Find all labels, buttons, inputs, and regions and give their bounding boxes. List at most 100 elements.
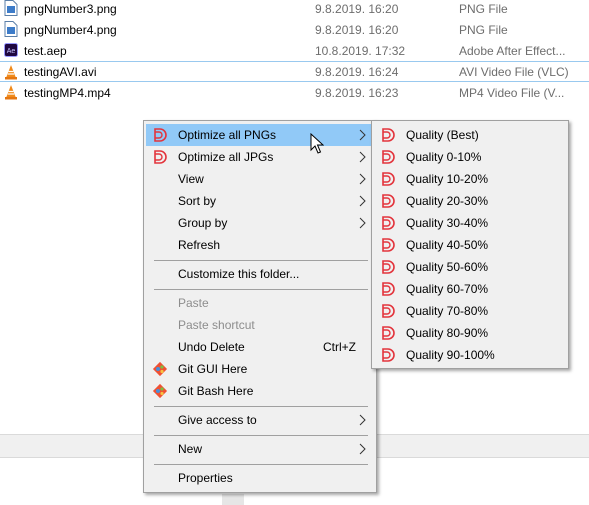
menu-item-label: Optimize all JPGs <box>178 150 274 164</box>
submenu-item-label: Quality 70-80% <box>406 304 489 318</box>
chevron-right-icon <box>359 173 366 185</box>
menu-item-label: Give access to <box>178 413 257 427</box>
file-type: MP4 Video File (V... <box>459 85 565 100</box>
menu-item-git-bash[interactable]: Git Bash Here <box>146 380 374 402</box>
menu-item-optimize-pngs[interactable]: Optimize all PNGs <box>146 124 374 146</box>
menu-separator <box>154 289 368 290</box>
png-file-icon <box>4 0 18 16</box>
submenu-item-quality[interactable]: Quality 80-90% <box>374 322 566 344</box>
chevron-right-icon <box>359 443 366 455</box>
submenu-item-label: Quality 10-20% <box>406 172 489 186</box>
submenu-item-label: Quality 40-50% <box>406 238 489 252</box>
optimizer-icon <box>382 150 395 164</box>
git-icon <box>152 383 168 399</box>
submenu-item-quality[interactable]: Quality 20-30% <box>374 190 566 212</box>
optimizer-icon <box>154 128 167 142</box>
menu-item-optimize-jpgs[interactable]: Optimize all JPGs <box>146 146 374 168</box>
chevron-right-icon <box>359 129 366 141</box>
submenu-item-quality[interactable]: Quality 50-60% <box>374 256 566 278</box>
submenu-item-label: Quality 60-70% <box>406 282 489 296</box>
menu-item-paste-shortcut[interactable]: Paste shortcut <box>146 314 374 336</box>
vlc-file-icon <box>5 85 17 100</box>
submenu-item-label: Quality 0-10% <box>406 150 482 164</box>
optimizer-icon <box>382 304 395 318</box>
menu-item-undo-delete[interactable]: Undo Delete Ctrl+Z <box>146 336 374 358</box>
file-row[interactable]: Ae test.aep 10.8.2019. 17:32 Adobe After… <box>0 40 589 61</box>
menu-item-sort-by[interactable]: Sort by <box>146 190 374 212</box>
menu-item-label: Properties <box>178 471 233 485</box>
submenu-item-quality[interactable]: Quality 40-50% <box>374 234 566 256</box>
menu-item-label: Optimize all PNGs <box>178 128 277 142</box>
menu-item-label: Group by <box>178 216 228 230</box>
file-name: testingAVI.avi <box>24 64 97 79</box>
submenu-item-quality[interactable]: Quality 90-100% <box>374 344 566 366</box>
submenu-item-quality[interactable]: Quality 60-70% <box>374 278 566 300</box>
png-file-icon <box>4 21 18 37</box>
context-menu: Optimize all PNGs Optimize all JPGs View… <box>143 120 377 493</box>
file-type: PNG File <box>459 22 508 37</box>
file-type: PNG File <box>459 1 508 16</box>
submenu-item-label: Quality 90-100% <box>406 348 495 362</box>
menu-item-paste[interactable]: Paste <box>146 292 374 314</box>
menu-item-refresh[interactable]: Refresh <box>146 234 374 256</box>
optimizer-icon <box>382 282 395 296</box>
submenu-item-label: Quality (Best) <box>406 128 479 142</box>
file-name: pngNumber4.png <box>24 22 117 37</box>
submenu-item-quality[interactable]: Quality 0-10% <box>374 146 566 168</box>
file-date: 10.8.2019. 17:32 <box>315 43 406 58</box>
menu-item-label: Git Bash Here <box>178 384 254 398</box>
file-row[interactable]: pngNumber3.png 9.8.2019. 16:20 PNG File <box>0 0 589 19</box>
menu-item-properties[interactable]: Properties <box>146 467 374 489</box>
menu-item-label: Customize this folder... <box>178 267 300 281</box>
submenu-item-quality[interactable]: Quality 30-40% <box>374 212 566 234</box>
menu-item-label: View <box>178 172 204 186</box>
optimizer-icon <box>382 172 395 186</box>
menu-separator <box>154 260 368 261</box>
menu-separator <box>154 464 368 465</box>
menu-item-give-access[interactable]: Give access to <box>146 409 374 431</box>
scrollbar-thumb[interactable] <box>222 494 244 505</box>
chevron-right-icon <box>359 217 366 229</box>
menu-item-group-by[interactable]: Group by <box>146 212 374 234</box>
submenu-item-label: Quality 20-30% <box>406 194 489 208</box>
svg-text:Ae: Ae <box>7 48 16 55</box>
vlc-file-icon <box>5 65 17 80</box>
menu-separator <box>154 435 368 436</box>
chevron-right-icon <box>359 151 366 163</box>
optimizer-icon <box>382 326 395 340</box>
file-row[interactable]: testingMP4.mp4 9.8.2019. 16:23 MP4 Video… <box>0 82 589 103</box>
submenu-item-quality[interactable]: Quality 70-80% <box>374 300 566 322</box>
file-date: 9.8.2019. 16:23 <box>315 85 399 100</box>
menu-item-customize-folder[interactable]: Customize this folder... <box>146 263 374 285</box>
git-icon <box>152 361 168 377</box>
file-name: test.aep <box>24 43 67 58</box>
mouse-cursor-icon <box>310 133 324 154</box>
file-type: AVI Video File (VLC) <box>459 64 569 79</box>
optimizer-icon <box>382 216 395 230</box>
optimizer-icon <box>382 348 395 362</box>
menu-item-label: Paste shortcut <box>178 318 255 332</box>
menu-separator <box>154 406 368 407</box>
submenu-item-label: Quality 50-60% <box>406 260 489 274</box>
optimizer-icon <box>382 238 395 252</box>
file-name: pngNumber3.png <box>24 1 117 16</box>
file-row[interactable]: pngNumber4.png 9.8.2019. 16:20 PNG File <box>0 19 589 40</box>
submenu-item-label: Quality 80-90% <box>406 326 489 340</box>
submenu-item-quality[interactable]: Quality 10-20% <box>374 168 566 190</box>
file-date: 9.8.2019. 16:20 <box>315 1 399 16</box>
optimizer-icon <box>382 194 395 208</box>
optimizer-icon <box>154 150 167 164</box>
optimizer-icon <box>382 128 395 142</box>
submenu-item-quality[interactable]: Quality (Best) <box>374 124 566 146</box>
menu-item-label: Sort by <box>178 194 217 208</box>
optimizer-icon <box>382 260 395 274</box>
file-row-selected[interactable]: testingAVI.avi 9.8.2019. 16:24 AVI Video… <box>0 61 589 82</box>
menu-item-git-gui[interactable]: Git GUI Here <box>146 358 374 380</box>
menu-item-label: Paste <box>178 296 209 310</box>
menu-item-new[interactable]: New <box>146 438 374 460</box>
menu-item-view[interactable]: View <box>146 168 374 190</box>
chevron-right-icon <box>359 195 366 207</box>
optimize-quality-submenu: Quality (Best) Quality 0-10% Quality 10-20… <box>371 120 569 369</box>
file-type: Adobe After Effect... <box>459 43 566 58</box>
menu-item-shortcut: Ctrl+Z <box>323 340 356 354</box>
